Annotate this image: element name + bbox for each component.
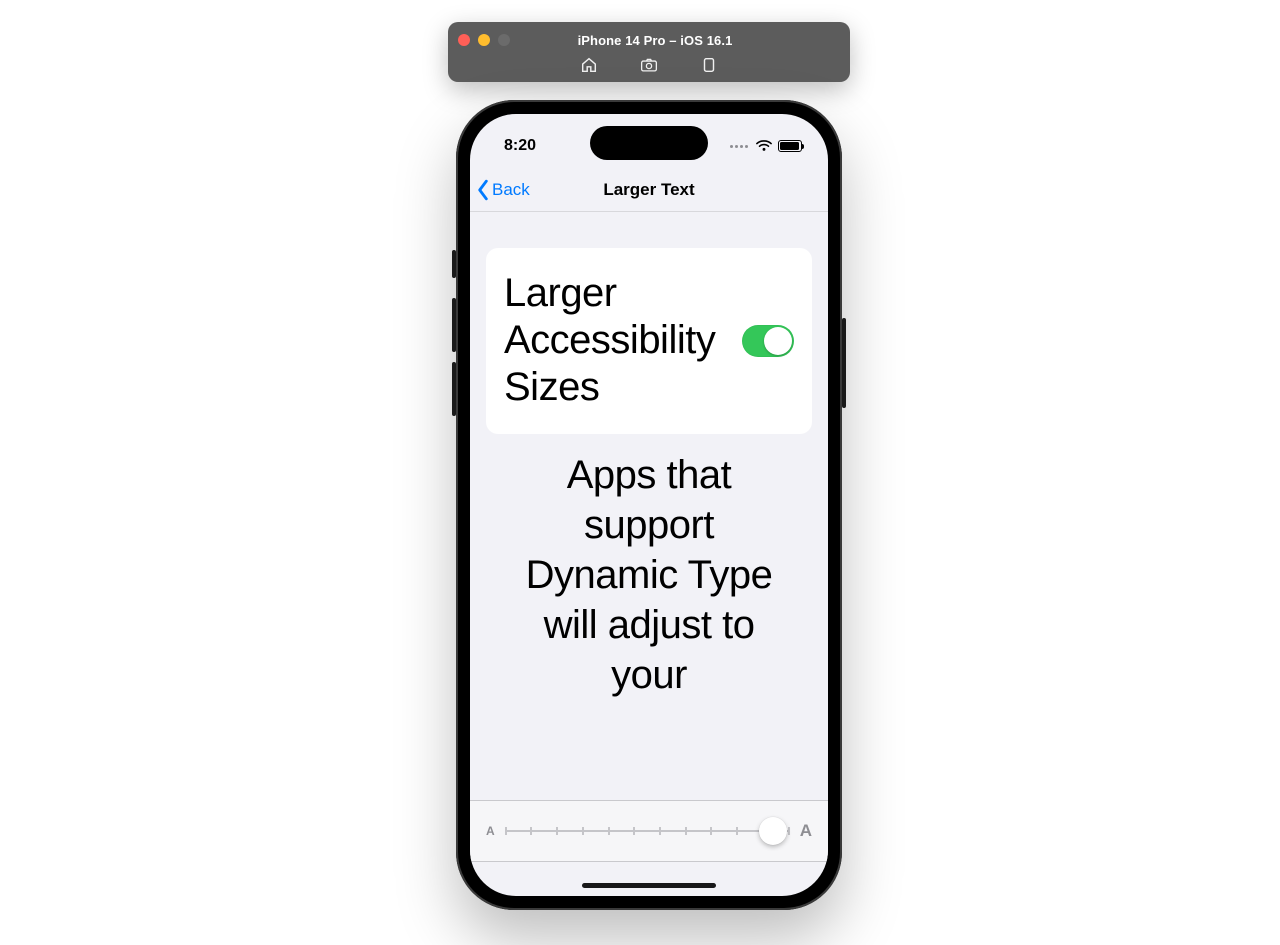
- cellular-icon: [730, 145, 748, 148]
- settings-content[interactable]: Larger Accessi­bility Sizes Apps that su…: [470, 212, 828, 800]
- chevron-left-icon: [476, 179, 490, 201]
- larger-accessibility-sizes-row: Larger Accessi­bility Sizes: [486, 248, 812, 434]
- small-a-glyph: A: [486, 824, 495, 838]
- back-label: Back: [492, 180, 530, 200]
- dynamic-island: [590, 126, 708, 160]
- section-footer-text: Apps that support Dynamic Type will adju…: [486, 450, 812, 700]
- mute-switch[interactable]: [452, 250, 456, 278]
- window-close-button[interactable]: [458, 34, 470, 46]
- large-a-glyph: A: [800, 821, 812, 841]
- back-button[interactable]: Back: [476, 168, 530, 211]
- text-size-slider-bar: A A: [470, 800, 828, 862]
- iphone-device-frame: 8:20 Back Larger Text Larger Accessi­bil…: [456, 100, 842, 910]
- battery-icon: [778, 140, 802, 152]
- larger-accessibility-sizes-toggle[interactable]: [742, 325, 794, 357]
- home-icon[interactable]: [580, 56, 598, 74]
- navigation-bar: Back Larger Text: [470, 168, 828, 212]
- screenshot-icon[interactable]: [640, 56, 658, 74]
- slider-knob[interactable]: [759, 817, 787, 845]
- rotate-icon[interactable]: [700, 56, 718, 74]
- larger-accessibility-sizes-label: Larger Accessi­bility Sizes: [504, 270, 728, 412]
- volume-down-button[interactable]: [452, 362, 456, 416]
- slider-ticks: [505, 827, 790, 835]
- status-time: 8:20: [504, 137, 536, 155]
- device-screen: 8:20 Back Larger Text Larger Accessi­bil…: [470, 114, 828, 896]
- volume-up-button[interactable]: [452, 298, 456, 352]
- text-size-slider[interactable]: [505, 819, 790, 843]
- page-title: Larger Text: [603, 180, 694, 200]
- wifi-icon: [756, 140, 772, 152]
- home-indicator[interactable]: [582, 883, 716, 888]
- simulator-title: iPhone 14 Pro – iOS 16.1: [470, 33, 840, 48]
- side-button[interactable]: [842, 318, 846, 408]
- simulator-toolbar: iPhone 14 Pro – iOS 16.1: [448, 22, 850, 82]
